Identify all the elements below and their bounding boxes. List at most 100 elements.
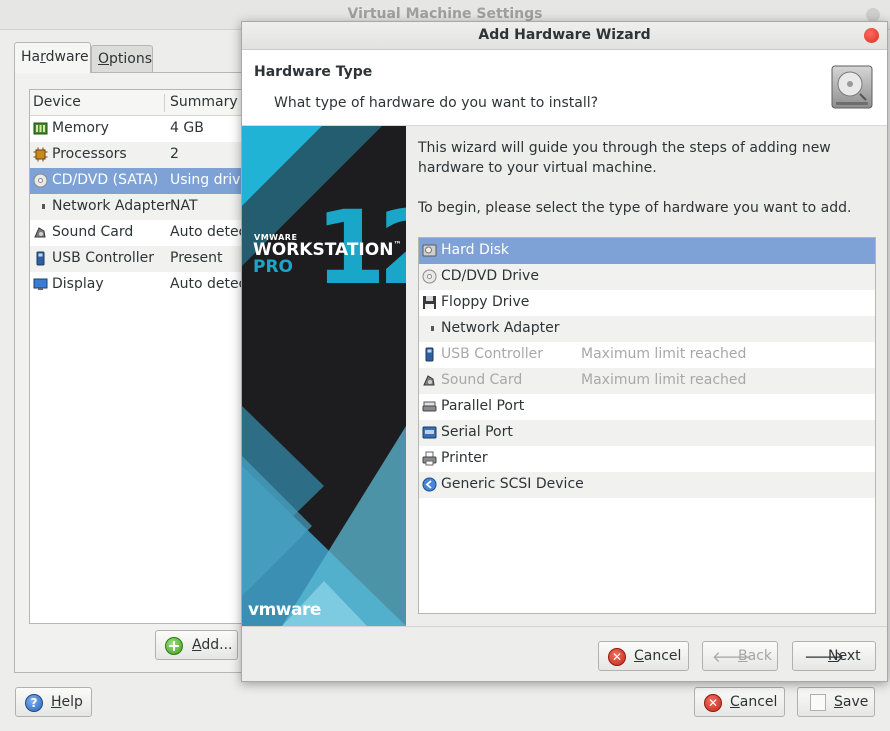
close-icon[interactable] <box>866 8 880 22</box>
hardware-type-parallel-port[interactable]: Parallel Port <box>419 394 875 420</box>
parallel-port-icon <box>422 401 437 412</box>
wizard-page-title: Hardware Type <box>254 64 373 80</box>
device-summary: Using drive <box>170 172 250 188</box>
save-button-mnemonic: S <box>834 694 843 710</box>
hardware-type-name: USB Controller <box>441 346 544 362</box>
wizard-back-label: ack <box>747 648 772 664</box>
device-row-memory[interactable]: Memory 4 GB <box>30 116 253 142</box>
wizard-title: Add Hardware Wizard <box>478 27 651 43</box>
help-icon: ? <box>25 694 43 712</box>
tab-options-mnemonic: O <box>98 51 110 67</box>
wizard-content: This wizard will guide you through the s… <box>406 126 887 626</box>
help-button-mnemonic: H <box>51 694 62 710</box>
help-button[interactable]: ? Help <box>15 687 92 717</box>
device-name: Processors <box>52 146 127 162</box>
device-row-processors[interactable]: Processors 2 <box>30 142 253 168</box>
device-name: CD/DVD (SATA) <box>52 172 159 188</box>
device-name: USB Controller <box>52 250 155 266</box>
vmware-workstation-banner: 12 VMWARE WORKSTATION™ PRO vmware <box>242 126 406 626</box>
hardware-type-name: Serial Port <box>441 424 513 440</box>
hardware-type-name: Generic SCSI Device <box>441 476 584 492</box>
cancel-icon: ✕ <box>608 648 626 666</box>
settings-cancel-mnemonic: C <box>730 694 740 710</box>
vmware-logo: vmware <box>248 600 321 620</box>
processor-icon <box>33 147 48 162</box>
settings-cancel-label: ancel <box>739 694 778 710</box>
tab-hardware-label-part: Ha <box>21 49 41 65</box>
hardware-type-serial-port[interactable]: Serial Port <box>419 420 875 446</box>
banner-trademark: ™ <box>393 240 402 249</box>
vm-settings-title: Virtual Machine Settings <box>347 6 543 22</box>
device-list-header: Device Summary <box>30 90 253 116</box>
column-separator <box>164 94 165 112</box>
device-summary: 2 <box>170 146 179 162</box>
hardware-type-generic-scsi[interactable]: Generic SCSI Device <box>419 472 875 498</box>
device-name: Sound Card <box>52 224 134 240</box>
hardware-type-note: Maximum limit reached <box>581 372 747 388</box>
hardware-type-network-adapter[interactable]: Network Adapter <box>419 316 875 342</box>
wizard-next-button[interactable]: 🡒 Next <box>792 641 876 671</box>
add-button-label: dd... <box>201 637 233 653</box>
device-row-cd-dvd[interactable]: CD/DVD (SATA) Using drive <box>30 168 253 194</box>
hardware-type-note: Maximum limit reached <box>581 346 747 362</box>
save-icon <box>810 694 826 711</box>
help-button-label: elp <box>61 694 83 710</box>
add-device-button[interactable]: Add... <box>155 630 238 660</box>
floppy-icon <box>423 296 436 309</box>
scsi-device-icon <box>422 477 437 492</box>
hardware-type-sound-card[interactable]: Sound Card Maximum limit reached <box>419 368 875 394</box>
usb-controller-icon <box>425 347 434 362</box>
wizard-titlebar: Add Hardware Wizard <box>242 22 887 50</box>
wizard-cancel-button[interactable]: ✕ Cancel <box>598 641 689 671</box>
hardware-type-name: Network Adapter <box>441 320 560 336</box>
hardware-type-name: CD/DVD Drive <box>441 268 539 284</box>
wizard-back-button[interactable]: 🡐 Back <box>702 641 778 671</box>
wizard-back-mnemonic: B <box>738 648 748 664</box>
tab-hardware-label-part: dware <box>45 49 89 65</box>
serial-port-icon <box>422 426 437 439</box>
cancel-icon: ✕ <box>704 694 722 712</box>
hardware-type-hard-disk[interactable]: Hard Disk <box>419 238 875 264</box>
add-hardware-wizard: Add Hardware Wizard Hardware Type What t… <box>241 21 888 682</box>
sound-card-icon <box>423 375 435 386</box>
banner-edition: PRO <box>253 257 294 277</box>
device-row-usb-controller[interactable]: USB Controller Present <box>30 246 253 272</box>
wizard-cancel-mnemonic: C <box>634 648 644 664</box>
memory-icon <box>33 122 48 135</box>
hard-disk-icon <box>422 244 437 257</box>
column-header-summary[interactable]: Summary <box>170 94 238 110</box>
tab-options-label-part: ptions <box>109 51 153 67</box>
device-name: Display <box>52 276 104 292</box>
hardware-type-name: Hard Disk <box>441 242 510 258</box>
save-button[interactable]: Save <box>797 687 875 717</box>
network-adapter-icon <box>42 204 45 209</box>
settings-cancel-button[interactable]: ✕ Cancel <box>694 687 785 717</box>
hardware-type-list: Hard Disk CD/DVD Drive Floppy Drive Netw… <box>418 237 876 614</box>
wizard-instruction-text: To begin, please select the type of hard… <box>418 200 852 216</box>
device-row-network-adapter[interactable]: Network Adapter NAT <box>30 194 253 220</box>
wizard-footer: ✕ Cancel 🡐 Back 🡒 Next <box>242 626 887 681</box>
add-icon <box>165 637 183 655</box>
device-list: Device Summary Memory 4 GB Processors 2 … <box>29 89 254 624</box>
hardware-type-printer[interactable]: Printer <box>419 446 875 472</box>
device-name: Network Adapter <box>52 198 171 214</box>
save-button-label: ave <box>842 694 869 710</box>
device-row-sound-card[interactable]: Sound Card Auto detect <box>30 220 253 246</box>
hardware-type-name: Floppy Drive <box>441 294 530 310</box>
hardware-type-floppy[interactable]: Floppy Drive <box>419 290 875 316</box>
network-adapter-icon <box>431 326 434 331</box>
wizard-cancel-label: ancel <box>643 648 682 664</box>
hard-disk-icon <box>831 65 873 109</box>
tab-hardware[interactable]: Hardware <box>14 42 91 73</box>
hardware-type-name: Sound Card <box>441 372 523 388</box>
hardware-type-cd-dvd[interactable]: CD/DVD Drive <box>419 264 875 290</box>
device-row-display[interactable]: Display Auto detect <box>30 272 253 298</box>
wizard-next-mnemonic: N <box>828 648 839 664</box>
device-summary: NAT <box>170 198 198 214</box>
close-icon[interactable] <box>864 28 879 43</box>
hardware-type-usb-controller[interactable]: USB Controller Maximum limit reached <box>419 342 875 368</box>
tab-options[interactable]: Options <box>91 45 153 73</box>
printer-icon <box>422 451 437 466</box>
column-header-device[interactable]: Device <box>33 94 81 110</box>
cd-dvd-icon <box>33 173 48 188</box>
